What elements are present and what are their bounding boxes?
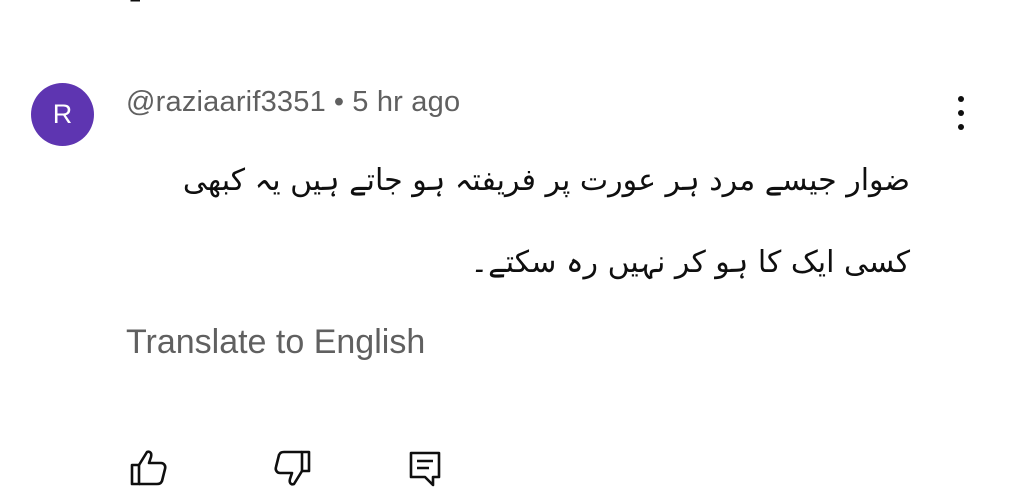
more-vertical-icon <box>958 96 964 102</box>
like-button[interactable] <box>126 446 170 490</box>
thumb-up-icon[interactable] <box>128 0 168 8</box>
comment-text: ضوار جیسے مرد ہر عورت پر فریفتہ ہو جاتے … <box>110 140 910 304</box>
previous-comment-actions <box>0 0 1024 8</box>
thumb-up-icon <box>128 448 168 488</box>
comment-header: @raziaarif3351 • 5 hr ago <box>126 86 460 119</box>
author-handle[interactable]: @raziaarif3351 <box>126 86 326 118</box>
avatar[interactable]: R <box>31 83 94 146</box>
thumb-down-icon <box>273 448 313 488</box>
reply-button[interactable] <box>403 446 447 490</box>
meta-separator: • <box>333 86 345 118</box>
reply-comment-icon <box>405 448 445 488</box>
thumb-down-icon[interactable] <box>273 0 313 8</box>
more-options-button[interactable] <box>944 92 978 134</box>
reply-comment-icon[interactable] <box>418 0 458 8</box>
dislike-button[interactable] <box>271 446 315 490</box>
timestamp: 5 hr ago <box>352 86 461 118</box>
comment-line: کسی ایک کا ہو کر نہیں رہ سکتے۔ <box>470 245 910 280</box>
comment-line: ضوار جیسے مرد ہر عورت پر فریفتہ ہو جاتے … <box>182 163 910 198</box>
translate-button[interactable]: Translate to English <box>126 323 425 362</box>
